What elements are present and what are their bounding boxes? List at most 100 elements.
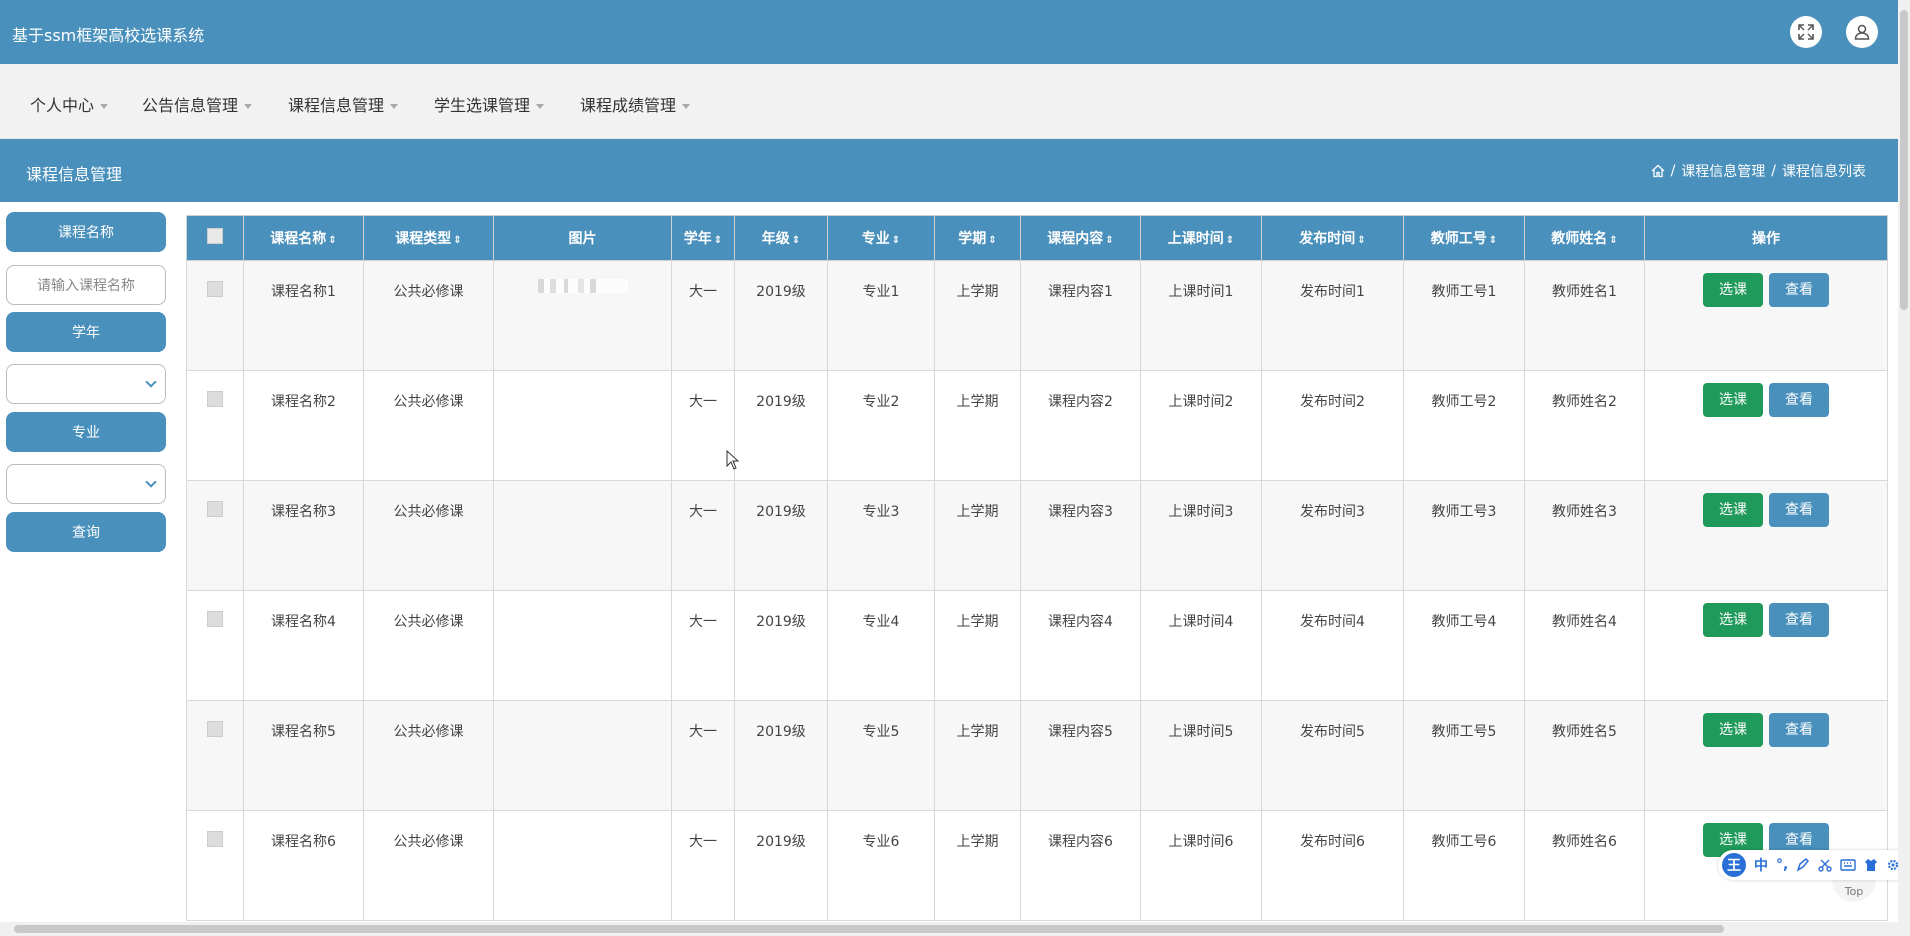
view-button[interactable]: 查看: [1769, 603, 1829, 637]
select-course-button[interactable]: 选课: [1703, 273, 1763, 307]
nav-label: 课程成绩管理: [580, 96, 677, 115]
nav-personal-center[interactable]: 个人中心: [30, 92, 109, 116]
ime-punct[interactable]: °,: [1776, 857, 1788, 873]
nav-label: 课程信息管理: [288, 96, 385, 115]
nav-course-management[interactable]: 课程信息管理: [288, 92, 399, 116]
horizontal-scrollbar[interactable]: [0, 922, 1898, 936]
year-select[interactable]: [6, 364, 166, 404]
vertical-scrollbar[interactable]: [1898, 0, 1910, 936]
header-course-name[interactable]: 课程名称 ⇕: [243, 215, 364, 261]
cell-course-type: 公共必修课: [363, 810, 494, 921]
cell-teacher-name: 教师姓名2: [1524, 370, 1645, 481]
select-course-button[interactable]: 选课: [1703, 383, 1763, 417]
page-title: 课程信息管理: [26, 165, 123, 184]
keyboard-icon[interactable]: [1840, 859, 1857, 871]
view-button[interactable]: 查看: [1769, 713, 1829, 747]
select-course-button[interactable]: 选课: [1703, 603, 1763, 637]
cell-publish-time: 发布时间1: [1261, 260, 1404, 371]
row-checkbox[interactable]: [207, 281, 223, 297]
cell-image: [493, 590, 672, 701]
header-content[interactable]: 课程内容 ⇕: [1020, 215, 1141, 261]
header-year[interactable]: 学年 ⇕: [671, 215, 735, 261]
course-table: 课程名称 ⇕ 课程类型 ⇕ 图片 学年 ⇕ 年级 ⇕ 专业 ⇕ 学期 ⇕ 课程内容 ⇕ 上课时…: [186, 215, 1888, 921]
select-all-checkbox[interactable]: [207, 228, 223, 244]
row-checkbox[interactable]: [207, 501, 223, 517]
view-button[interactable]: 查看: [1769, 383, 1829, 417]
pen-icon[interactable]: [1796, 858, 1810, 872]
view-button[interactable]: 查看: [1769, 273, 1829, 307]
cell-actions: 选课 查看: [1644, 260, 1888, 371]
header-grade[interactable]: 年级 ⇕: [734, 215, 828, 261]
year-label: 学年: [6, 312, 166, 352]
cell-major: 专业2: [827, 370, 935, 481]
cell-publish-time: 发布时间3: [1261, 480, 1404, 591]
course-name-label: 课程名称: [6, 212, 166, 252]
table-row: 课程名称2 公共必修课 大一 2019级 专业2 上学期 课程内容2 上课时间2…: [186, 370, 1888, 481]
header-class-time[interactable]: 上课时间 ⇕: [1140, 215, 1262, 261]
cell-class-time: 上课时间3: [1140, 480, 1262, 591]
caret-down-icon: [682, 104, 691, 109]
cell-class-time: 上课时间5: [1140, 700, 1262, 811]
cell-teacher-id: 教师工号6: [1403, 810, 1525, 921]
cell-major: 专业5: [827, 700, 935, 811]
header-major[interactable]: 专业 ⇕: [827, 215, 935, 261]
cell-teacher-name: 教师姓名1: [1524, 260, 1645, 371]
row-checkbox[interactable]: [207, 611, 223, 627]
cell-term: 上学期: [934, 810, 1021, 921]
course-name-input[interactable]: 请输入课程名称: [6, 265, 166, 305]
nav-notice-management[interactable]: 公告信息管理: [142, 92, 253, 116]
scissors-icon[interactable]: [1818, 858, 1833, 872]
home-icon[interactable]: [1651, 164, 1665, 178]
nav-course-selection-management[interactable]: 学生选课管理: [434, 92, 545, 116]
cell-content: 课程内容2: [1020, 370, 1141, 481]
cell-image: [493, 810, 672, 921]
cell-grade: 2019级: [734, 370, 828, 481]
cell-course-type: 公共必修课: [363, 590, 494, 701]
cell-major: 专业6: [827, 810, 935, 921]
top-header: 基于ssm框架高校选课系统: [0, 0, 1898, 64]
scrollbar-thumb[interactable]: [1900, 10, 1908, 310]
nav-score-management[interactable]: 课程成绩管理: [580, 92, 691, 116]
query-button[interactable]: 查询: [6, 512, 166, 552]
scrollbar-thumb[interactable]: [14, 925, 1724, 933]
cell-year: 大一: [671, 480, 735, 591]
header-course-type[interactable]: 课程类型 ⇕: [363, 215, 494, 261]
breadcrumb: / 课程信息管理 / 课程信息列表: [1651, 161, 1866, 181]
cell-course-name: 课程名称2: [243, 370, 364, 481]
cell-course-name: 课程名称1: [243, 260, 364, 371]
table-header-row: 课程名称 ⇕ 课程类型 ⇕ 图片 学年 ⇕ 年级 ⇕ 专业 ⇕ 学期 ⇕ 课程内容 ⇕ 上课时…: [186, 215, 1888, 261]
header-teacher-id[interactable]: 教师工号 ⇕: [1403, 215, 1525, 261]
cell-term: 上学期: [934, 700, 1021, 811]
row-checkbox[interactable]: [207, 391, 223, 407]
select-all-header: [186, 215, 244, 261]
ime-mode[interactable]: 中: [1754, 855, 1768, 875]
cell-course-type: 公共必修课: [363, 700, 494, 811]
user-profile-button[interactable]: [1846, 16, 1878, 48]
row-checkbox[interactable]: [207, 831, 223, 847]
table-row: 课程名称3 公共必修课 大一 2019级 专业3 上学期 课程内容3 上课时间3…: [186, 480, 1888, 591]
sort-icon: ⇕: [1105, 235, 1114, 246]
cell-actions: 选课 查看: [1644, 700, 1888, 811]
expand-icon: [1798, 24, 1814, 40]
major-select[interactable]: [6, 464, 166, 504]
view-button[interactable]: 查看: [1769, 493, 1829, 527]
row-checkbox[interactable]: [207, 721, 223, 737]
breadcrumb-item[interactable]: 课程信息管理: [1681, 161, 1765, 181]
page-header: 课程信息管理 / 课程信息管理 / 课程信息列表: [0, 139, 1898, 202]
cell-teacher-name: 教师姓名6: [1524, 810, 1645, 921]
cell-content: 课程内容1: [1020, 260, 1141, 371]
shirt-icon[interactable]: [1864, 858, 1878, 872]
select-course-button[interactable]: 选课: [1703, 713, 1763, 747]
breadcrumb-separator: /: [1670, 163, 1676, 179]
sort-icon: ⇕: [1225, 235, 1235, 246]
cell-publish-time: 发布时间2: [1261, 370, 1404, 481]
header-teacher-name[interactable]: 教师姓名 ⇕: [1524, 215, 1645, 261]
select-course-button[interactable]: 选课: [1703, 493, 1763, 527]
cell-teacher-id: 教师工号2: [1403, 370, 1525, 481]
cell-major: 专业3: [827, 480, 935, 591]
ime-logo[interactable]: 王: [1722, 853, 1746, 877]
header-term[interactable]: 学期 ⇕: [934, 215, 1021, 261]
fullscreen-button[interactable]: [1790, 16, 1822, 48]
header-publish-time[interactable]: 发布时间 ⇕: [1261, 215, 1404, 261]
cell-image: [493, 260, 672, 371]
